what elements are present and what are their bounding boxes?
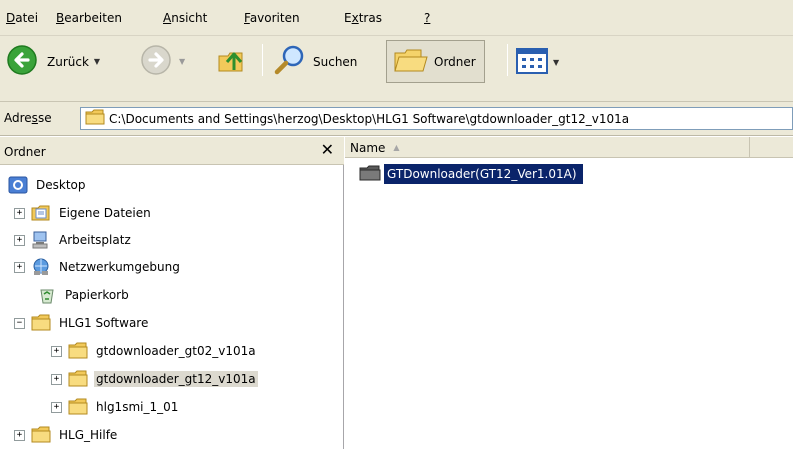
recycle-bin-icon <box>37 286 57 304</box>
views-grid-icon <box>516 48 548 77</box>
folders-icon <box>393 45 429 78</box>
address-label: Adresse <box>4 111 52 125</box>
expand-icon[interactable]: + <box>51 373 62 385</box>
address-bar: Adresse C:\Documents and Settings\herzog… <box>0 102 793 136</box>
expand-icon[interactable]: + <box>14 234 25 246</box>
folder-icon <box>359 165 381 184</box>
search-icon <box>272 44 308 79</box>
menu-datei[interactable]: Datei <box>6 11 38 25</box>
expand-icon[interactable]: + <box>51 345 62 357</box>
folder-up-icon <box>216 44 250 79</box>
forward-dropdown-icon[interactable]: ▼ <box>179 57 185 66</box>
expand-icon[interactable]: + <box>14 429 25 441</box>
expand-icon[interactable]: + <box>14 207 25 219</box>
my-documents-icon <box>31 204 51 222</box>
tree-label: HLG_Hilfe <box>59 428 118 442</box>
tree-item-hlg1smi[interactable]: + hlg1smi_1_01 <box>51 394 180 420</box>
tree-label: Arbeitsplatz <box>59 233 131 247</box>
folder-icon <box>85 109 105 128</box>
menu-favoriten[interactable]: Favoriten <box>244 11 300 25</box>
back-dropdown-icon[interactable]: ▼ <box>94 57 100 66</box>
back-button[interactable]: Zurück ▼ <box>6 44 100 79</box>
tree-item-eigene-dateien[interactable]: + Eigene Dateien <box>14 200 153 226</box>
sort-ascending-icon: ▲ <box>393 143 400 152</box>
folder-pane-header: Ordner ✕ <box>0 137 344 165</box>
tree-item-arbeitsplatz[interactable]: + Arbeitsplatz <box>14 227 133 253</box>
close-icon[interactable]: ✕ <box>321 140 334 159</box>
views-button[interactable]: ▼ <box>516 48 559 77</box>
folder-icon <box>31 426 51 444</box>
desktop-icon <box>8 176 28 194</box>
my-computer-icon <box>31 231 51 249</box>
tree-item-papierkorb[interactable]: Papierkorb <box>37 282 131 308</box>
file-list-pane: Name ▲ GTDownloader(GT12_Ver1.01A) <box>345 137 793 449</box>
folder-pane: Ordner ✕ Desktop + Eigene Dateien + Arbe… <box>0 137 344 449</box>
tree-item-gtdownloader-gt12[interactable]: + gtdownloader_gt12_v101a <box>51 366 258 392</box>
tree-label: hlg1smi_1_01 <box>96 400 179 414</box>
forward-button[interactable]: ▼ <box>140 44 185 79</box>
tree-label-selected: gtdownloader_gt12_v101a <box>94 371 258 387</box>
menu-bearbeiten[interactable]: Bearbeiten <box>56 11 122 25</box>
expand-icon[interactable]: + <box>14 261 25 273</box>
toolbar-separator <box>262 44 263 76</box>
address-field[interactable]: C:\Documents and Settings\herzog\Desktop… <box>80 107 793 130</box>
tree-item-gtdownloader-gt02[interactable]: + gtdownloader_gt02_v101a <box>51 338 258 364</box>
folder-icon <box>68 398 88 416</box>
tree-item-hlg1-software[interactable]: − HLG1 Software <box>14 310 150 336</box>
menu-ansicht[interactable]: Ansicht <box>163 11 207 25</box>
folder-pane-title: Ordner <box>4 145 46 159</box>
menu-bar: Datei Bearbeiten Ansicht Favoriten Extra… <box>0 0 793 36</box>
column-header-name[interactable]: Name ▲ <box>350 137 750 158</box>
forward-arrow-icon <box>140 44 174 79</box>
network-places-icon <box>31 258 51 276</box>
folder-icon <box>31 314 51 332</box>
up-folder-button[interactable] <box>216 44 250 79</box>
column-header-row: Name ▲ <box>345 137 793 158</box>
tree-item-hlg-hilfe[interactable]: + HLG_Hilfe <box>14 422 119 448</box>
back-arrow-icon <box>6 44 42 79</box>
views-dropdown-icon[interactable]: ▼ <box>553 58 559 67</box>
tree-item-desktop[interactable]: Desktop <box>8 172 88 198</box>
address-path: C:\Documents and Settings\herzog\Desktop… <box>109 111 630 126</box>
tree-label: Papierkorb <box>65 288 129 302</box>
menu-extras[interactable]: Extras <box>344 11 382 25</box>
toolbar: Zurück ▼ ▼ Suchen Ordner ▼ <box>0 36 793 102</box>
tree-label: gtdownloader_gt02_v101a <box>96 344 256 358</box>
folder-icon <box>68 370 88 388</box>
tree-label: Netzwerkumgebung <box>59 260 180 274</box>
expand-icon[interactable]: + <box>51 401 62 413</box>
search-button[interactable]: Suchen <box>272 44 357 79</box>
folder-icon <box>68 342 88 360</box>
tree-label: Desktop <box>36 178 86 192</box>
toolbar-separator <box>507 44 508 76</box>
tree-label: HLG1 Software <box>59 316 149 330</box>
collapse-icon[interactable]: − <box>14 317 25 329</box>
folders-button[interactable]: Ordner <box>386 40 485 83</box>
menu-help[interactable]: ? <box>424 11 430 25</box>
tree-label: Eigene Dateien <box>59 206 151 220</box>
file-name: GTDownloader(GT12_Ver1.01A) <box>384 164 583 184</box>
file-item[interactable]: GTDownloader(GT12_Ver1.01A) <box>359 163 583 185</box>
tree-item-netzwerkumgebung[interactable]: + Netzwerkumgebung <box>14 254 182 280</box>
